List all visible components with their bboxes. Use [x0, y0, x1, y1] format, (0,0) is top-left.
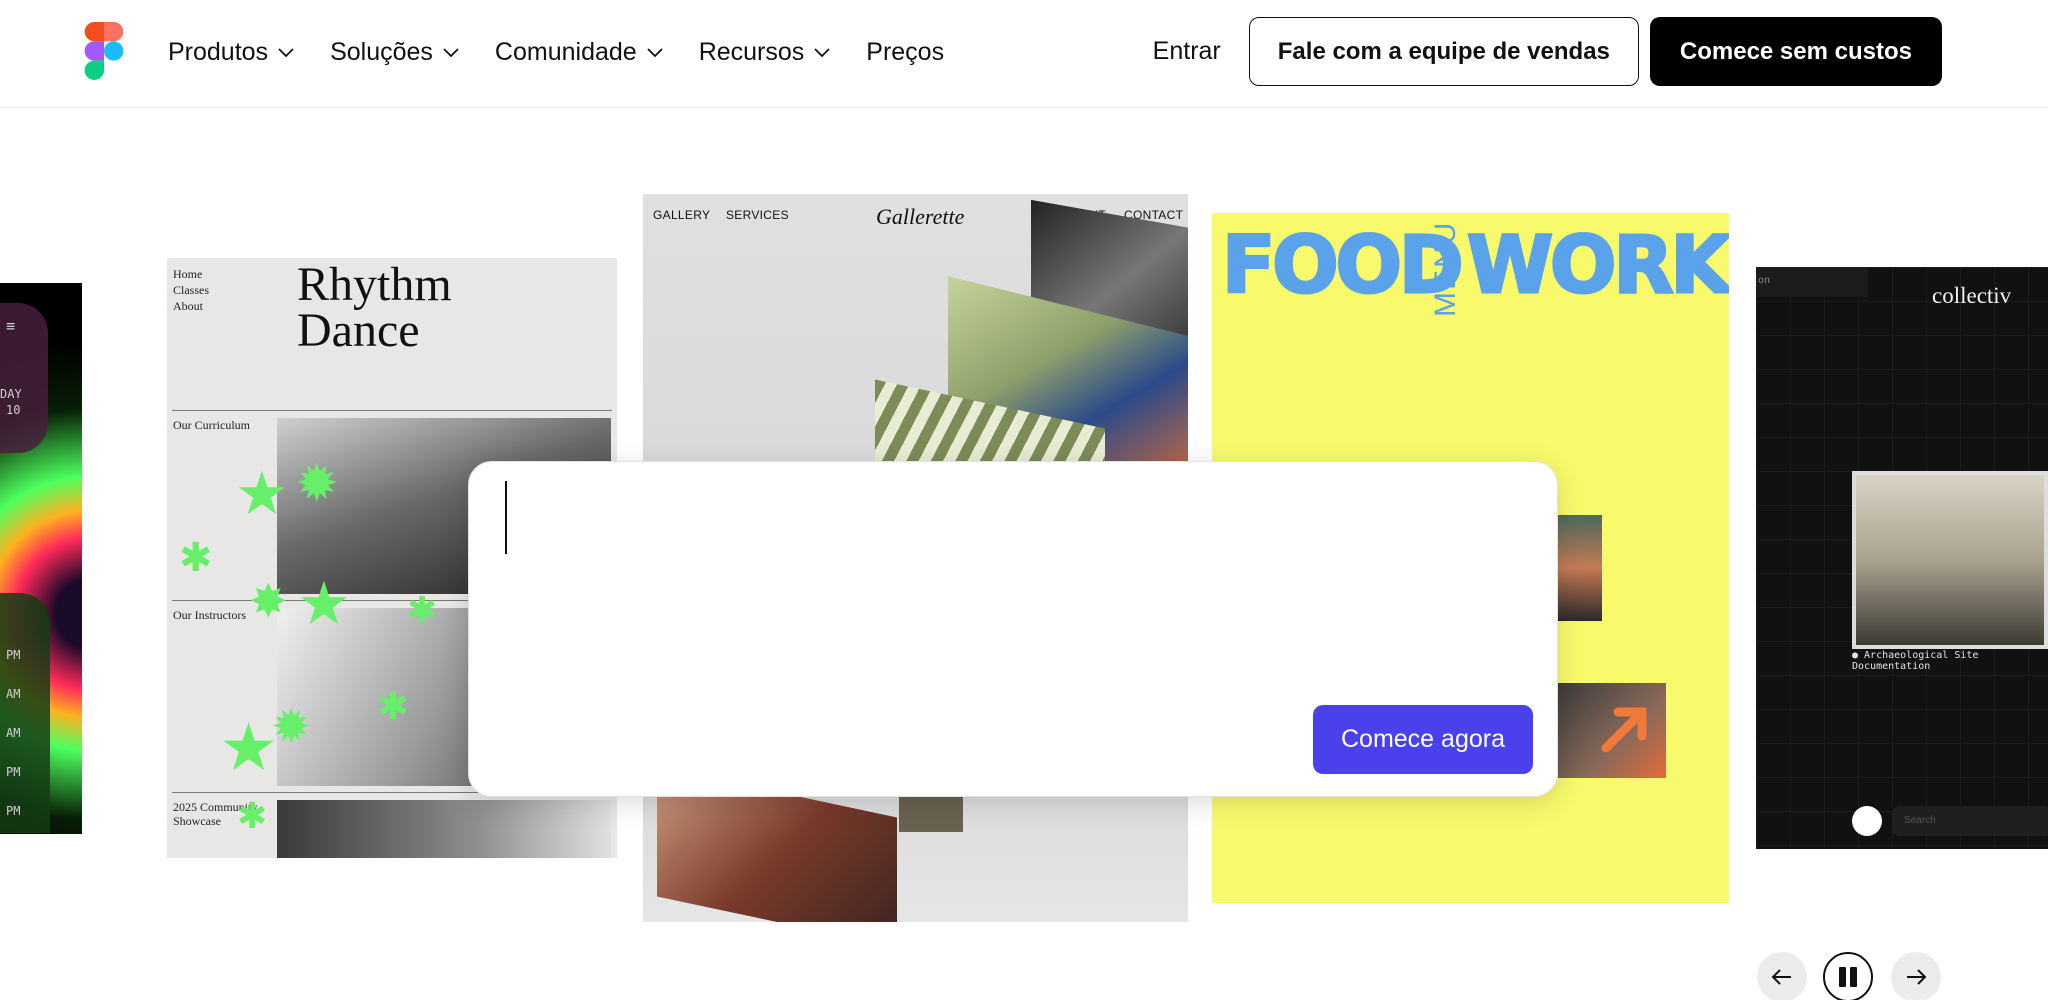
dance-menu-item: About: [173, 299, 203, 313]
prompt-box[interactable]: Comece agora: [468, 461, 1558, 797]
star-decoration-icon: ✱: [377, 686, 409, 728]
schedule-label: 10: [6, 403, 21, 417]
chevron-down-icon: [647, 48, 663, 58]
nav-links: Produtos Soluções Comunidade Recursos Pr…: [168, 0, 974, 104]
star-decoration-icon: ✹: [271, 701, 312, 754]
nav-item-label: Preços: [866, 37, 945, 66]
star-decoration-icon: ★: [235, 460, 289, 527]
hamburger-icon: ≡: [6, 317, 16, 335]
dance-site-title: Rhythm Dance: [297, 258, 452, 357]
dance-section-label: Our Curriculum: [173, 418, 250, 432]
schedule-time: PM: [6, 804, 21, 818]
star-decoration-icon: ✱: [237, 795, 268, 836]
dance-menu-item: Classes: [173, 283, 209, 297]
divider: [172, 410, 612, 411]
start-now-button[interactable]: Comece agora: [1313, 705, 1533, 774]
dance-section-label: Our Instructors: [173, 608, 246, 622]
schedule-label: DAY: [0, 387, 22, 401]
dance-photo-showcase: [277, 800, 611, 858]
food-image-strip: [1558, 515, 1602, 621]
showcase-card-collectiv[interactable]: on collectiv ● Archaeological Site Docum…: [1756, 267, 2048, 849]
dance-site-menu: Home Classes About: [173, 266, 209, 314]
nav-actions: Entrar Fale com a equipe de vendas Comec…: [1153, 17, 1942, 86]
dance-title-line: Rhythm: [297, 258, 452, 311]
gallery-site-title: Gallerette: [876, 204, 965, 229]
nav-item-comunidade[interactable]: Comunidade: [495, 38, 677, 67]
arrow-right-icon: [1907, 969, 1927, 985]
showcase-card-schedule[interactable]: ≡ DAY 10 PM AM AM PM PM: [0, 283, 82, 834]
nav-item-solucoes[interactable]: Soluções: [330, 38, 473, 67]
collectiv-tab: on: [1756, 267, 1868, 297]
nav-item-produtos[interactable]: Produtos: [168, 38, 308, 67]
star-decoration-icon: ✱: [407, 589, 438, 630]
nav-item-label: Recursos: [698, 37, 805, 66]
chevron-down-icon: [814, 48, 830, 58]
star-decoration-icon: ✹: [295, 455, 339, 513]
carousel-prev-button[interactable]: [1757, 952, 1807, 1000]
collectiv-site-title: collectiv: [1932, 283, 2012, 308]
chevron-down-icon: [278, 48, 294, 58]
food-title-word: WORKS: [1465, 220, 1729, 313]
pause-icon: [1839, 967, 1857, 987]
carousel-pause-button[interactable]: [1823, 952, 1873, 1000]
chat-icon: [1852, 806, 1882, 836]
dance-menu-item: Home: [173, 267, 203, 281]
schedule-time: AM: [6, 726, 21, 740]
gallery-image-small: [899, 792, 963, 832]
gallery-nav-item: SERVICES: [726, 208, 789, 222]
collectiv-search: Search: [1892, 806, 2048, 836]
nav-item-label: Produtos: [168, 37, 269, 66]
page: Produtos Soluções Comunidade Recursos Pr…: [0, 0, 2048, 1000]
gallery-nav-item: GALLERY: [653, 208, 711, 222]
signin-link[interactable]: Entrar: [1153, 37, 1221, 66]
schedule-times-panel: [0, 593, 50, 833]
nav-item-precos[interactable]: Preços: [866, 38, 956, 67]
star-decoration-icon: ✱: [179, 536, 213, 580]
food-title-word: FOOD: [1221, 220, 1466, 313]
arrow-left-icon: [1771, 969, 1791, 985]
star-decoration-icon: ✸: [249, 575, 288, 627]
figma-logo-icon[interactable]: [84, 22, 124, 80]
nav-item-recursos[interactable]: Recursos: [699, 38, 845, 67]
start-free-button[interactable]: Comece sem custos: [1649, 17, 1942, 86]
food-menu-label: MENU: [1429, 220, 1462, 317]
schedule-time: PM: [6, 648, 21, 662]
text-caret: [505, 481, 507, 554]
contact-sales-button[interactable]: Fale com a equipe de vendas: [1248, 17, 1639, 86]
collectiv-caption: ● Archaeological Site Documentation: [1852, 650, 1979, 672]
chevron-down-icon: [443, 48, 459, 58]
dance-title-line: Dance: [297, 304, 420, 357]
star-decoration-icon: ★: [219, 710, 279, 784]
nav-item-label: Comunidade: [494, 37, 637, 66]
top-nav: Produtos Soluções Comunidade Recursos Pr…: [0, 0, 2048, 108]
schedule-time: AM: [6, 687, 21, 701]
arrow-up-right-icon: [1601, 707, 1647, 753]
nav-item-label: Soluções: [330, 37, 433, 66]
carousel-next-button[interactable]: [1891, 952, 1941, 1000]
star-decoration-icon: ★: [297, 570, 351, 637]
schedule-time: PM: [6, 765, 21, 779]
collectiv-photo-bridge: [1852, 471, 2048, 649]
